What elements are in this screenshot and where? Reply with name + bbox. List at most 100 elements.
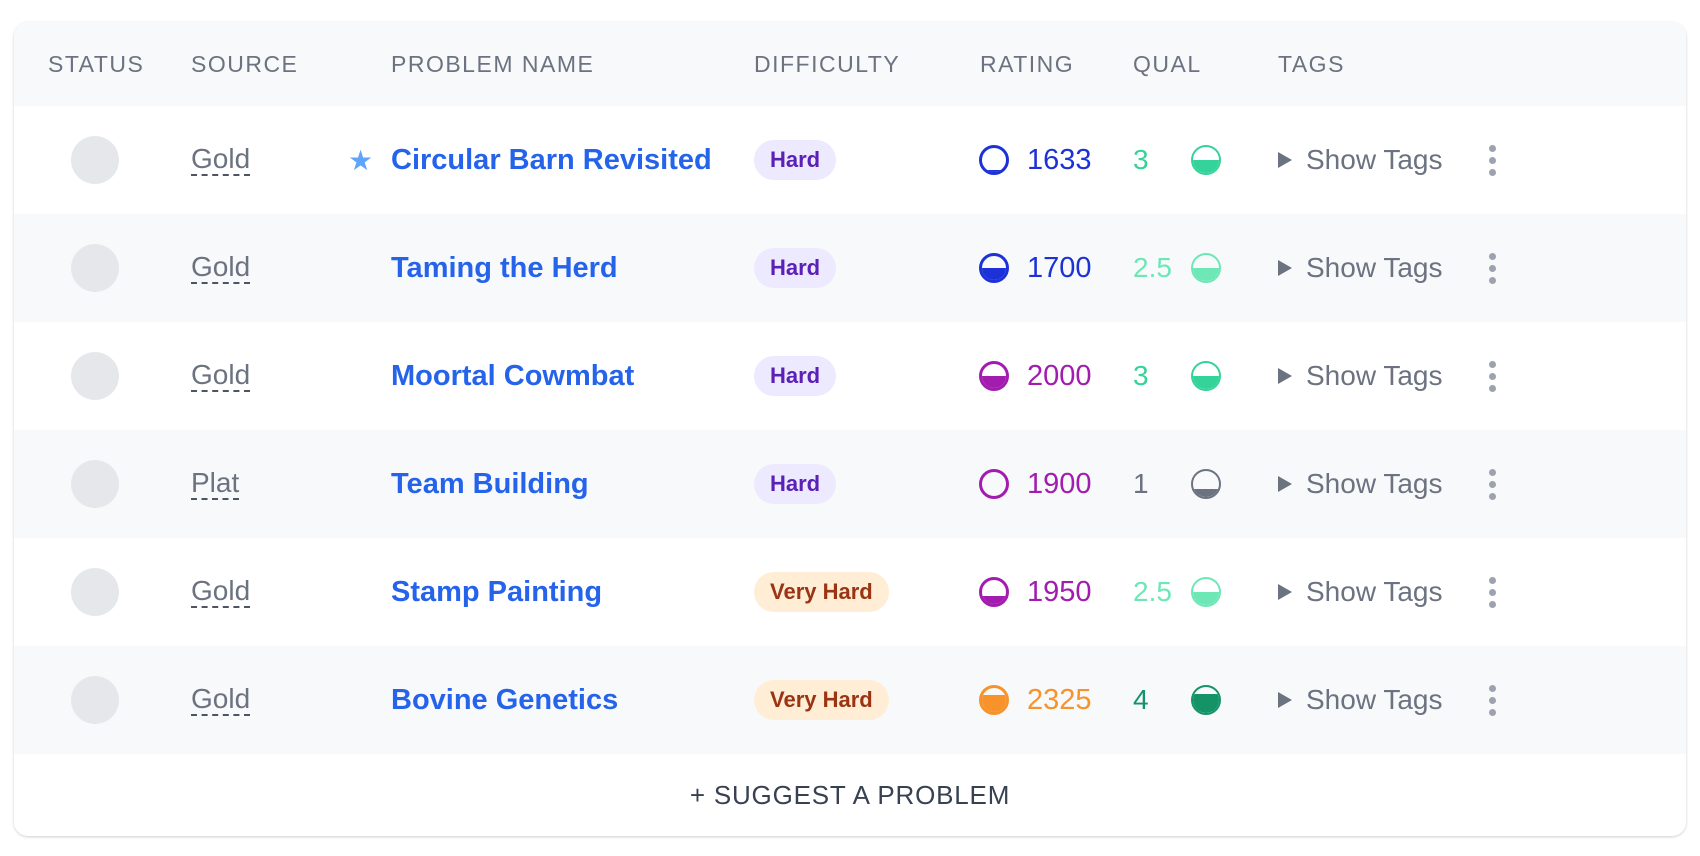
kebab-menu-icon[interactable] <box>1482 468 1502 500</box>
quality-value: 4 <box>1133 684 1149 715</box>
source-cell: Gold <box>191 538 251 646</box>
difficulty-cell: Hard <box>754 214 837 322</box>
source-cell: Gold <box>191 646 251 754</box>
rating-value: 1700 <box>1027 251 1092 284</box>
qual-cell: 2.5 <box>1133 538 1172 646</box>
difficulty-badge: Hard <box>754 356 837 396</box>
show-tags-toggle[interactable]: Show Tags <box>1278 646 1442 754</box>
rating-cell: 2325 <box>979 646 1092 754</box>
rating-circle-icon <box>979 145 1009 175</box>
table-header: STATUS SOURCE PROBLEM NAME DIFFICULTY RA… <box>14 22 1686 107</box>
source-label[interactable]: Gold <box>191 684 251 716</box>
kebab-menu-icon[interactable] <box>1482 144 1502 176</box>
quality-value: 3 <box>1133 144 1149 175</box>
menu-cell <box>1482 214 1502 322</box>
header-rating: RATING <box>980 51 1075 77</box>
show-tags-toggle[interactable]: Show Tags <box>1278 430 1442 538</box>
quality-value: 2.5 <box>1133 252 1172 283</box>
qual-cell: 2.5 <box>1133 214 1172 322</box>
table-row: Gold Stamp Painting Very Hard 1950 2.5 Show T… <box>14 538 1686 646</box>
suggest-problem-button[interactable]: + SUGGEST A PROBLEM <box>690 780 1010 811</box>
triangle-right-icon <box>1278 476 1292 492</box>
show-tags-label: Show Tags <box>1306 468 1443 499</box>
quality-value: 1 <box>1133 468 1149 499</box>
status-toggle[interactable] <box>71 352 119 400</box>
problem-name-link[interactable]: Taming the Herd <box>391 252 618 285</box>
show-tags-label: Show Tags <box>1306 684 1443 715</box>
source-label[interactable]: Gold <box>191 252 251 284</box>
problem-name-cell: Team Building <box>391 430 589 538</box>
table-row: Gold Moortal Cowmbat Hard 2000 3 Show Tags <box>14 322 1686 430</box>
rating-cell: 1950 <box>979 538 1092 646</box>
show-tags-toggle[interactable]: Show Tags <box>1278 106 1442 214</box>
rating-value: 1950 <box>1027 575 1092 608</box>
rating-circle-icon <box>979 685 1009 715</box>
menu-cell <box>1482 646 1502 754</box>
triangle-right-icon <box>1278 692 1292 708</box>
source-cell: Gold <box>191 106 251 214</box>
triangle-right-icon <box>1278 152 1292 168</box>
quality-circle-icon <box>1191 361 1221 391</box>
quality-value: 2.5 <box>1133 576 1172 607</box>
difficulty-badge: Hard <box>754 140 837 180</box>
problem-name-link[interactable]: Circular Barn Revisited <box>391 144 712 177</box>
problem-name-link[interactable]: Bovine Genetics <box>391 684 618 717</box>
footer: + SUGGEST A PROBLEM <box>14 754 1686 836</box>
problem-name-cell: Moortal Cowmbat <box>391 322 634 430</box>
status-toggle[interactable] <box>71 136 119 184</box>
kebab-menu-icon[interactable] <box>1482 360 1502 392</box>
header-status: STATUS <box>48 51 145 77</box>
qual-icon-cell <box>1191 430 1221 538</box>
menu-cell <box>1482 538 1502 646</box>
problems-table: STATUS SOURCE PROBLEM NAME DIFFICULTY RA… <box>14 22 1686 836</box>
rating-cell: 1633 <box>979 106 1092 214</box>
qual-cell: 4 <box>1133 646 1149 754</box>
status-toggle[interactable] <box>71 676 119 724</box>
problem-name-link[interactable]: Stamp Painting <box>391 576 602 609</box>
table-row: Gold Taming the Herd Hard 1700 2.5 Show Tags <box>14 214 1686 322</box>
status-cell <box>71 538 119 646</box>
menu-cell <box>1482 106 1502 214</box>
difficulty-badge: Hard <box>754 464 837 504</box>
header-difficulty: DIFFICULTY <box>754 51 901 77</box>
star-icon: ★ <box>348 144 374 176</box>
kebab-menu-icon[interactable] <box>1482 576 1502 608</box>
table-row: Plat Team Building Hard 1900 1 Show Tags <box>14 430 1686 538</box>
show-tags-toggle[interactable]: Show Tags <box>1278 322 1442 430</box>
qual-cell: 1 <box>1133 430 1149 538</box>
table-row: Gold ★ Circular Barn Revisited Hard 1633 3 Sho… <box>14 106 1686 214</box>
difficulty-cell: Very Hard <box>754 646 889 754</box>
menu-cell <box>1482 430 1502 538</box>
kebab-menu-icon[interactable] <box>1482 684 1502 716</box>
header-source: SOURCE <box>191 51 299 77</box>
rating-cell: 2000 <box>979 322 1092 430</box>
difficulty-badge: Very Hard <box>754 680 889 720</box>
problem-name-link[interactable]: Team Building <box>391 468 589 501</box>
table-row: Gold Bovine Genetics Very Hard 2325 4 Show Ta… <box>14 646 1686 754</box>
difficulty-cell: Hard <box>754 322 837 430</box>
source-label[interactable]: Gold <box>191 360 251 392</box>
status-cell <box>71 106 119 214</box>
source-cell: Gold <box>191 214 251 322</box>
difficulty-cell: Hard <box>754 430 837 538</box>
status-toggle[interactable] <box>71 244 119 292</box>
show-tags-toggle[interactable]: Show Tags <box>1278 538 1442 646</box>
source-label[interactable]: Gold <box>191 576 251 608</box>
menu-cell <box>1482 322 1502 430</box>
quality-circle-icon <box>1191 253 1221 283</box>
qual-cell: 3 <box>1133 106 1149 214</box>
quality-circle-icon <box>1191 145 1221 175</box>
rating-cell: 1900 <box>979 430 1092 538</box>
rating-circle-icon <box>979 469 1009 499</box>
rating-cell: 1700 <box>979 214 1092 322</box>
source-label[interactable]: Plat <box>191 468 240 500</box>
problem-name-link[interactable]: Moortal Cowmbat <box>391 360 634 393</box>
status-toggle[interactable] <box>71 460 119 508</box>
kebab-menu-icon[interactable] <box>1482 252 1502 284</box>
source-label[interactable]: Gold <box>191 144 251 176</box>
difficulty-badge: Very Hard <box>754 572 889 612</box>
status-toggle[interactable] <box>71 568 119 616</box>
difficulty-badge: Hard <box>754 248 837 288</box>
show-tags-toggle[interactable]: Show Tags <box>1278 214 1442 322</box>
source-cell: Gold <box>191 322 251 430</box>
